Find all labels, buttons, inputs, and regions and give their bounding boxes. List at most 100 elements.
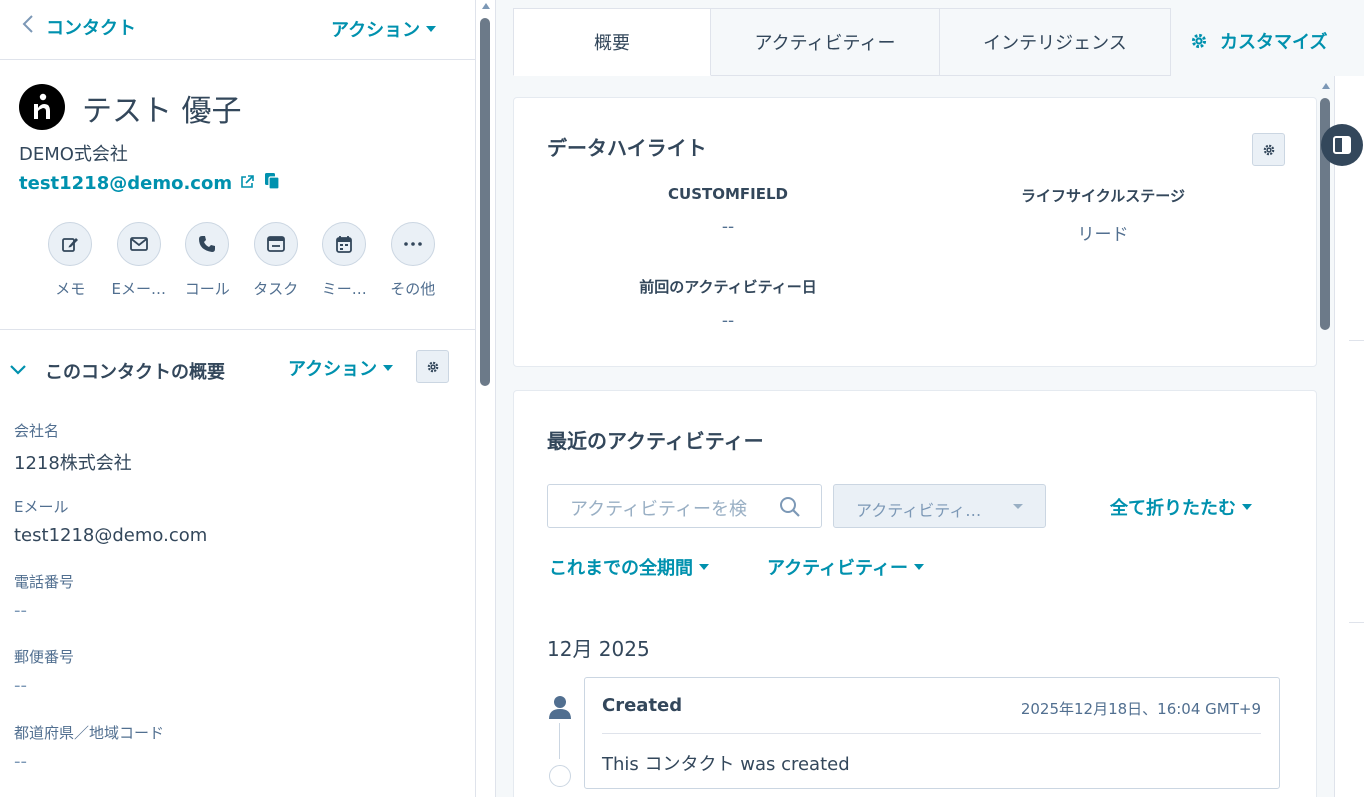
contact-email-link[interactable]: test1218@demo.com [19,173,232,194]
quick-action-label: メモ [55,280,86,298]
search-icon [780,497,800,517]
avatar [19,84,65,130]
divider [1349,622,1364,623]
highlight-value: -- [721,311,735,331]
about-actions-dropdown[interactable]: アクション [288,355,394,381]
field-company[interactable]: 会社名 1218株式会社 [14,420,454,475]
record-tabs: 概要 アクティビティー インテリジェンス [513,8,1171,76]
scrollbar-thumb[interactable] [480,18,490,386]
highlight-label: ライフサイクルステージ [1021,187,1185,205]
about-settings-button[interactable] [416,350,449,383]
highlight-value: -- [721,217,735,237]
data-highlights-card: データハイライト CUSTOMFIELD -- ライフサイクルステージ リード … [513,97,1317,367]
tab-activity[interactable]: アクティビティー [711,8,940,76]
left-topbar: コンタクト アクション [0,0,475,60]
quick-action-label: その他 [390,280,436,298]
left-scrollbar[interactable] [476,0,496,797]
activity-type-label: アクティビティー [767,558,908,579]
collapse-all-dropdown[interactable]: 全て折りたたむ [1110,494,1252,520]
activity-entry-title: Created [602,695,683,716]
search-placeholder: アクティビティーを検 [570,499,747,520]
gear-icon [1263,144,1274,155]
period-filter-label: これまでの全期間 [549,558,693,579]
customize-label: カスタマイズ [1220,32,1328,53]
gear-icon [427,361,438,372]
field-value: test1218@demo.com [14,525,208,546]
tab-intelligence[interactable]: インテリジェンス [940,8,1171,76]
right-scrollbar[interactable] [1317,76,1334,797]
contact-email-row: test1218@demo.com [19,172,280,194]
activity-entry-created[interactable]: Created 2025年12月18日、16:04 GMT+9 This コンタ… [584,677,1280,789]
field-label: 会社名 [14,422,60,440]
field-value: -- [14,751,27,772]
collapse-all-label: 全て折りたたむ [1110,498,1236,519]
divider [602,733,1261,734]
activity-entry-body: This コンタクト was created [602,754,850,775]
activity-filter-select[interactable]: アクティビティ… [833,484,1046,528]
chevron-left-icon [22,14,34,40]
sidebar-toggle-button[interactable] [1321,124,1363,166]
phone-icon [185,222,230,266]
customize-button[interactable]: カスタマイズ [1190,28,1327,54]
caret-down-icon [426,26,437,32]
right-edge-panel [1334,76,1364,797]
contact-record-page: コンタクト アクション テスト 優子 DEMO式会社 test1218@demo… [0,0,1364,797]
timeline-line [559,723,560,759]
quick-action-meeting[interactable]: ミー… [310,222,379,299]
chevron-down-icon[interactable] [10,360,26,379]
about-actions-label: アクション [288,359,378,380]
highlight-label: 前回のアクティビティー日 [639,278,817,296]
highlights-settings-button[interactable] [1252,133,1285,166]
caret-down-icon [1242,504,1252,510]
recent-activity-title: 最近のアクティビティー [547,429,764,453]
more-icon [390,222,435,266]
profile-card: テスト 優子 DEMO式会社 test1218@demo.com メモ Eメー…… [0,60,475,330]
contact-name: テスト 優子 [82,94,242,129]
quick-actions: メモ Eメー… コール タスク ミー… その他 [36,222,447,299]
highlight-customfield[interactable]: CUSTOMFIELD -- [598,185,858,237]
field-email[interactable]: Eメール test1218@demo.com [14,496,454,546]
highlight-value: リード [1077,225,1129,245]
quick-action-label: Eメー… [111,280,166,298]
scroll-up-arrow-icon[interactable] [1322,83,1330,89]
timeline-dot [549,765,571,787]
activity-entry-timestamp: 2025年12月18日、16:04 GMT+9 [1020,700,1261,718]
quick-action-email[interactable]: Eメー… [105,222,174,299]
data-highlights-title: データハイライト [547,136,707,160]
edit-icon [48,222,93,266]
recent-activity-card: 最近のアクティビティー アクティビティーを検 アクティビティ… 全て折りたたむ … [513,390,1317,797]
filter-selected-value: アクティビティ… [856,501,982,520]
caret-down-icon [699,564,709,570]
header-actions-dropdown[interactable]: アクション [331,16,437,42]
highlight-last-activity-date[interactable]: 前回のアクティビティー日 -- [598,276,858,331]
panel-icon [1333,136,1351,154]
main-content: 概要 アクティビティー インテリジェンス カスタマイズ データハイライト CUS… [496,0,1364,797]
quick-action-task[interactable]: タスク [242,222,311,299]
highlight-label: CUSTOMFIELD [668,185,788,203]
field-label: Eメール [14,498,69,516]
quick-action-more[interactable]: その他 [379,222,448,299]
copy-icon[interactable] [264,172,280,194]
field-label: 都道府県／地域コード [14,724,165,742]
highlight-lifecycle-stage[interactable]: ライフサイクルステージ リード [973,185,1233,245]
field-postal-code[interactable]: 郵便番号 -- [14,646,454,696]
back-label: コンタクト [46,18,136,39]
field-label: 電話番号 [14,573,75,591]
field-phone[interactable]: 電話番号 -- [14,571,454,621]
tab-overview[interactable]: 概要 [513,8,711,76]
back-to-contacts-link[interactable]: コンタクト [22,14,136,40]
external-link-icon[interactable] [240,174,254,193]
field-region-code[interactable]: 都道府県／地域コード -- [14,722,454,772]
activity-type-dropdown[interactable]: アクティビティー [767,554,924,580]
activity-search-input[interactable]: アクティビティーを検 [547,484,822,528]
quick-action-label: コール [184,280,230,298]
period-filter-dropdown[interactable]: これまでの全期間 [549,554,709,580]
gear-icon [1191,33,1207,49]
calendar-icon [322,222,367,266]
quick-action-note[interactable]: メモ [36,222,105,299]
scroll-up-arrow-icon[interactable] [482,3,490,9]
quick-action-call[interactable]: コール [173,222,242,299]
quick-action-label: タスク [253,280,299,298]
field-label: 郵便番号 [14,648,75,666]
left-sidebar: コンタクト アクション テスト 優子 DEMO式会社 test1218@demo… [0,0,476,797]
